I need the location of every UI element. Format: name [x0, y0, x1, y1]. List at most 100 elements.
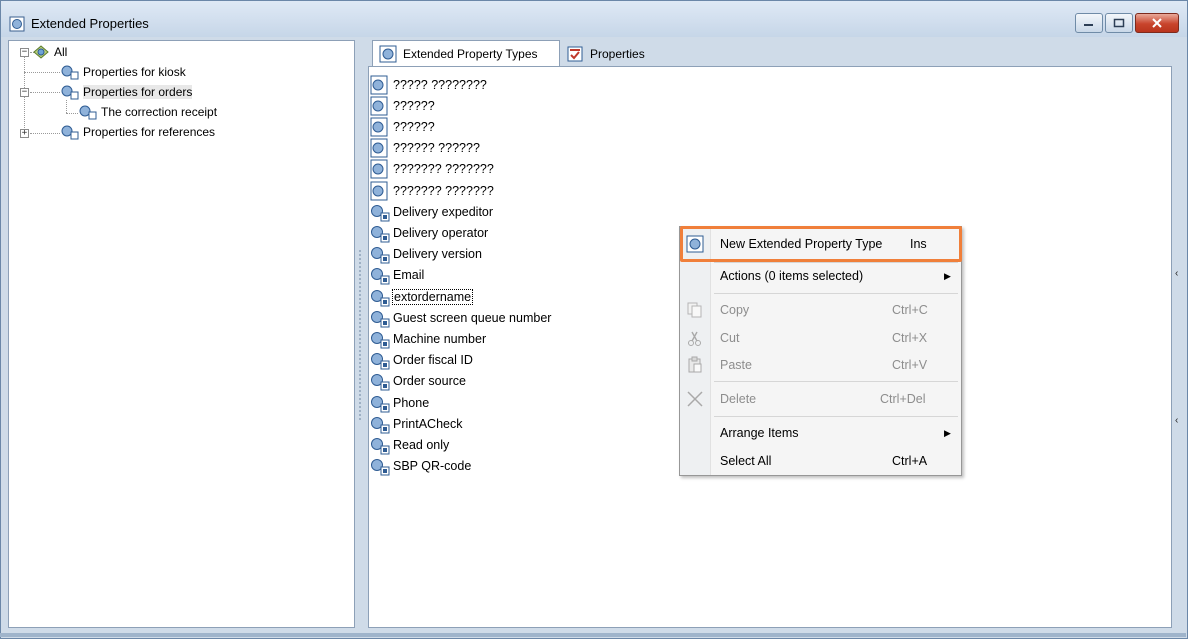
scissors-icon: [688, 331, 701, 346]
list-item-label: SBP QR-code: [393, 459, 472, 474]
list-item-label: Order source: [393, 374, 466, 389]
property-type-tab-icon: [379, 45, 397, 62]
list-item[interactable]: Delivery operator: [370, 222, 488, 243]
maximize-button[interactable]: [1105, 13, 1133, 33]
list-item[interactable]: Phone: [370, 392, 429, 413]
list-item-label: ??????? ???????: [393, 162, 494, 177]
property-type-icon: [61, 65, 79, 80]
menu-separator: [714, 293, 958, 294]
tree-line: [66, 113, 78, 114]
list-item[interactable]: Delivery version: [370, 244, 482, 265]
list-item[interactable]: Guest screen queue number: [370, 307, 551, 328]
list-item[interactable]: ??????? ???????: [370, 180, 494, 201]
minimize-icon: [1084, 24, 1093, 26]
panel-splitter[interactable]: [357, 250, 363, 422]
list-item-label: ??????: [393, 119, 435, 134]
submenu-arrow-icon: ▶: [944, 270, 951, 281]
tree-item-references[interactable]: Properties for references: [60, 122, 215, 142]
property-type-field-icon: [371, 416, 390, 434]
property-type-field-icon: [371, 225, 390, 243]
list-item[interactable]: ??????: [370, 95, 435, 116]
list-item-label: Read only: [393, 437, 450, 452]
list-item[interactable]: PrintACheck: [370, 413, 462, 434]
menu-item-delete[interactable]: Delete Ctrl+Del: [680, 387, 961, 411]
context-menu: New Extended Property Type Ins Actions (…: [679, 226, 962, 476]
list-item[interactable]: Order fiscal ID: [370, 350, 473, 371]
property-type-icon: [61, 125, 79, 140]
property-type-icon: [370, 159, 388, 179]
tab-properties[interactable]: Properties: [560, 42, 670, 66]
tree-line: [24, 72, 60, 73]
menu-item-select-all[interactable]: Select All Ctrl+A: [680, 449, 961, 473]
tab-extended-property-types[interactable]: Extended Property Types: [372, 40, 560, 66]
property-type-field-icon: [371, 331, 390, 349]
collapse-toggle[interactable]: −: [20, 48, 29, 57]
list-item-label: Delivery operator: [393, 225, 489, 240]
property-type-icon: [370, 96, 388, 116]
list-item[interactable]: Email: [370, 265, 424, 286]
properties-tab-icon: [567, 46, 583, 62]
menu-item-cut[interactable]: Cut Ctrl+X: [680, 326, 961, 350]
list-item[interactable]: ??????? ???????: [370, 159, 494, 180]
menu-separator: [714, 262, 958, 263]
chevron-left-icon[interactable]: ‹: [1175, 415, 1185, 435]
delete-x-icon: [687, 391, 703, 407]
tree-item-all[interactable]: All: [31, 42, 67, 62]
property-type-field-icon: [371, 437, 390, 455]
menu-item-copy[interactable]: Copy Ctrl+C: [680, 298, 961, 322]
list-item[interactable]: extordername: [370, 286, 474, 307]
list-item-label: PrintACheck: [393, 416, 463, 431]
property-type-field-icon: [371, 395, 390, 412]
menu-item-paste[interactable]: Paste Ctrl+V: [680, 353, 961, 377]
close-button[interactable]: [1135, 13, 1179, 33]
close-icon: [1152, 18, 1162, 28]
property-type-field-icon: [371, 459, 390, 476]
property-type-field-icon: [371, 268, 390, 285]
expand-toggle[interactable]: +: [20, 129, 29, 138]
title-bar: Extended Properties: [1, 1, 1187, 37]
menu-separator: [714, 416, 958, 417]
minimize-button[interactable]: [1075, 13, 1103, 33]
window-title: Extended Properties: [31, 16, 149, 31]
property-type-field-icon: [371, 204, 390, 222]
menu-separator: [714, 381, 958, 382]
extended-properties-icon: [9, 16, 25, 32]
tree-line: [30, 133, 60, 134]
chevron-left-icon[interactable]: ‹: [1175, 268, 1185, 288]
list-item-label: extordername: [391, 288, 474, 305]
all-icon: [33, 45, 49, 59]
property-type-icon: [370, 117, 388, 137]
list-item[interactable]: Machine number: [370, 328, 486, 349]
list-item[interactable]: ??????: [370, 116, 435, 137]
maximize-icon: [1113, 18, 1125, 28]
collapse-toggle[interactable]: −: [20, 88, 29, 97]
tree-panel: − All Properties for kiosk − Properties …: [8, 40, 355, 628]
tree-item-orders[interactable]: Properties for orders: [60, 82, 193, 102]
list-item[interactable]: Read only: [370, 434, 449, 455]
list-item[interactable]: Delivery expeditor: [370, 201, 493, 222]
property-type-field-icon: [371, 374, 390, 391]
submenu-arrow-icon: ▶: [944, 427, 951, 438]
list-item-label: Guest screen queue number: [393, 310, 552, 325]
list-item[interactable]: SBP QR-code: [370, 456, 471, 477]
list-item-label: Delivery version: [393, 247, 482, 262]
list-item[interactable]: ????? ????????: [370, 74, 487, 95]
tree-item-kiosk[interactable]: Properties for kiosk: [60, 62, 186, 82]
list-item-label: ?????? ??????: [393, 141, 480, 156]
property-type-field-icon: [371, 353, 390, 370]
property-type-field-icon: [371, 310, 390, 328]
list-item-label: Email: [393, 268, 425, 283]
highlight-box: [680, 226, 962, 262]
tree-item-label: Properties for references: [83, 125, 216, 139]
tree-item-label: The correction receipt: [101, 105, 218, 119]
list-item[interactable]: Order source: [370, 371, 466, 392]
paste-icon: [688, 356, 702, 373]
tree-item-correction-receipt[interactable]: The correction receipt: [78, 102, 217, 122]
menu-item-arrange-items[interactable]: Arrange Items ▶: [680, 421, 961, 445]
property-type-field-icon: [371, 289, 390, 306]
list-item[interactable]: ?????? ??????: [370, 138, 480, 159]
list-item-label: Machine number: [393, 331, 487, 346]
menu-item-actions[interactable]: Actions (0 items selected) ▶: [680, 264, 961, 288]
property-type-icon: [370, 75, 388, 94]
list-item-label: Phone: [393, 395, 430, 410]
